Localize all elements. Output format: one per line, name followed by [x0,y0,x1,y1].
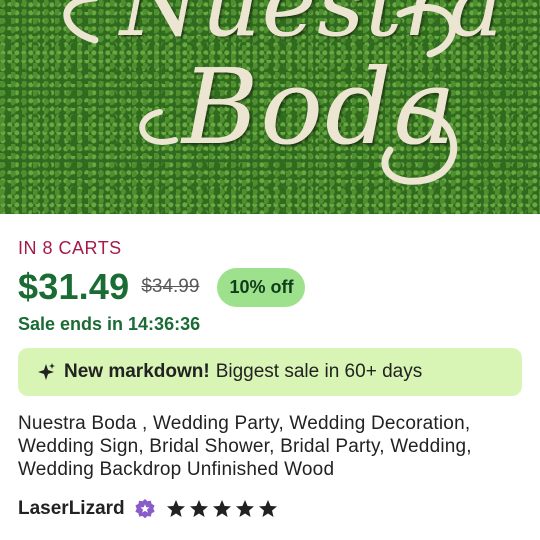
star-icon [258,500,277,517]
listing-title: Nuestra Boda , Wedding Party, Wedding De… [18,413,472,480]
shop-name-link[interactable]: LaserLizard [18,498,125,520]
sign-flourish [63,0,458,185]
sale-countdown: Sale ends in 14:36:36 [18,314,201,334]
star-icon [189,500,208,517]
carts-count: IN 8 CARTS [18,238,122,258]
markdown-text: Biggest sale in 60+ days [215,361,423,382]
discount-badge: 10% off [217,267,306,307]
star-icon [235,500,254,517]
original-price: $34.99 [141,276,200,297]
star-icon [166,500,185,517]
current-price: $31.49 [18,266,130,307]
product-image[interactable]: Nuestra Boda [0,0,540,214]
sparkle-icon [38,363,55,380]
markdown-banner: New markdown! Biggest sale in 60+ days [18,348,522,396]
markdown-title: New markdown! [64,361,210,382]
rating-stars[interactable] [166,499,281,519]
star-icon [212,500,231,517]
price-row: $31.49 $34.99 10% off [18,264,306,310]
shop-row[interactable]: LaserLizard [18,496,281,522]
star-seller-badge-icon [135,499,155,519]
